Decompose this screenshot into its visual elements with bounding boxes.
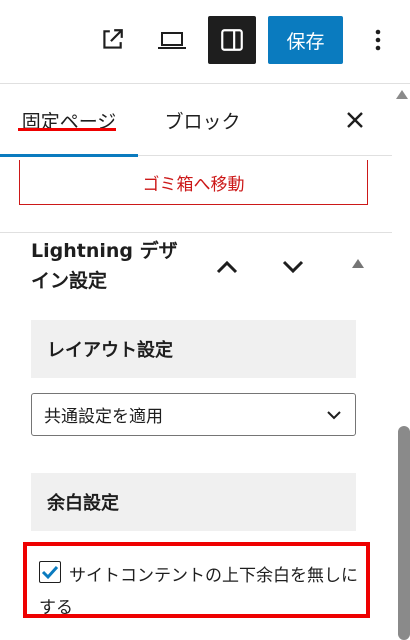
editor-toolbar: 保存	[0, 0, 410, 84]
sidebar-toggle-icon	[221, 29, 243, 51]
move-to-trash-button[interactable]: ゴミ箱へ移動	[19, 160, 368, 205]
chevron-down-icon	[282, 260, 304, 274]
layout-settings-heading: レイアウト設定	[31, 320, 356, 378]
lightning-panel-title[interactable]: Lightning デザイン設定	[31, 236, 191, 296]
external-link-icon	[103, 29, 123, 49]
margin-checkbox[interactable]	[39, 561, 61, 583]
view-page-button[interactable]	[94, 22, 130, 58]
chevron-down-icon	[327, 411, 341, 420]
chevron-up-icon	[216, 260, 238, 274]
margin-checkbox-label[interactable]: サイトコンテントの上下余白を無しにする	[39, 560, 369, 624]
more-options-button[interactable]	[366, 22, 390, 58]
move-panel-up-button[interactable]	[212, 252, 242, 282]
collapse-panel-icon[interactable]	[352, 259, 364, 268]
sidebar-tabs: 固定ページ ブロック	[0, 84, 392, 157]
laptop-preview-icon	[158, 32, 186, 49]
scroll-up-arrow[interactable]	[396, 90, 408, 99]
layout-select[interactable]: 共通設定を適用	[31, 393, 356, 436]
margin-settings-heading: 余白設定	[31, 473, 356, 531]
close-sidebar-button[interactable]	[340, 104, 370, 136]
layout-select-value: 共通設定を適用	[44, 407, 163, 427]
move-panel-down-button[interactable]	[278, 252, 308, 282]
tab-page[interactable]: 固定ページ	[0, 84, 138, 157]
annotation-underline	[18, 128, 116, 131]
tab-block[interactable]: ブロック	[145, 84, 260, 156]
panel-divider	[0, 232, 392, 233]
save-button[interactable]: 保存	[268, 16, 343, 64]
settings-sidebar-toggle[interactable]	[208, 16, 256, 64]
close-icon	[347, 112, 363, 128]
preview-button[interactable]	[152, 22, 192, 58]
scrollbar-thumb[interactable]	[398, 426, 410, 640]
more-options-icon	[375, 29, 381, 51]
checkmark-icon	[41, 565, 59, 580]
